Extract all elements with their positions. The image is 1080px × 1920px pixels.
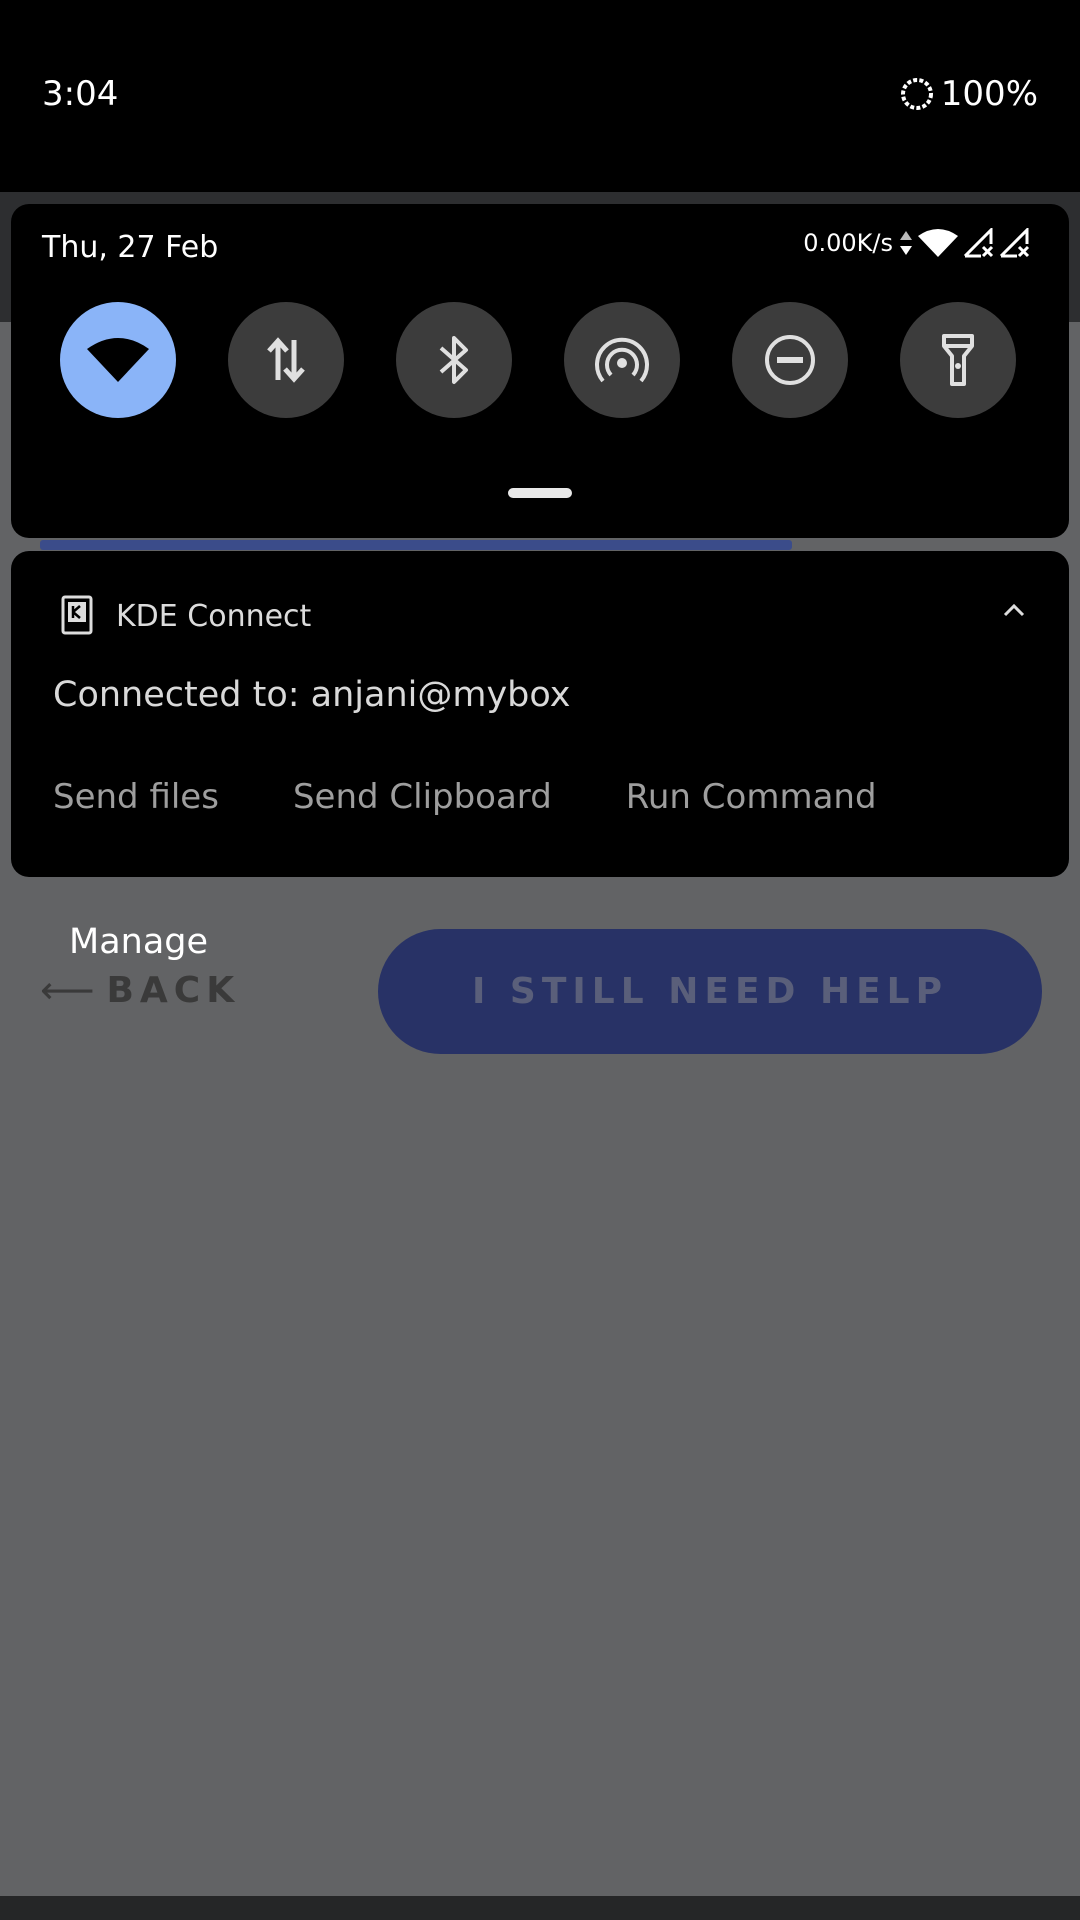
- battery-percentage: 100%: [940, 74, 1038, 114]
- hotspot-icon: [595, 337, 649, 383]
- battery-saver-ring-icon: [900, 78, 933, 110]
- back-label: BACK: [106, 969, 241, 1011]
- send-files-button[interactable]: Send files: [53, 777, 219, 817]
- progress-bar: [40, 540, 792, 550]
- tile-hotspot[interactable]: [564, 302, 680, 418]
- qs-date: Thu, 27 Feb: [42, 230, 219, 265]
- tile-mobile-data[interactable]: [228, 302, 344, 418]
- arrow-left-icon: ⟵: [40, 968, 95, 1012]
- qs-status-icons: 0.00K/s: [803, 228, 1031, 258]
- signal-no-sim-icon: [999, 228, 1030, 258]
- kde-connect-notification[interactable]: KDE Connect Connected to: anjani@mybox S…: [11, 551, 1069, 877]
- tile-bluetooth[interactable]: [396, 302, 512, 418]
- kde-connect-icon: [61, 595, 93, 635]
- net-speed: 0.00K/s: [803, 229, 893, 257]
- tile-flashlight[interactable]: [900, 302, 1016, 418]
- navigation-bar: [0, 1896, 1080, 1920]
- status-bar: 3:04 100%: [0, 0, 1080, 192]
- quick-settings-tiles: [60, 302, 1016, 418]
- signal-no-sim-icon: [963, 228, 994, 258]
- still-need-help-button[interactable]: I STILL NEED HELP: [378, 929, 1042, 1054]
- tile-wifi[interactable]: [60, 302, 176, 418]
- notification-app-name: KDE Connect: [116, 599, 312, 634]
- run-command-button[interactable]: Run Command: [626, 777, 877, 817]
- notification-actions: Send files Send Clipboard Run Command: [53, 777, 951, 817]
- send-clipboard-button[interactable]: Send Clipboard: [293, 777, 552, 817]
- do-not-disturb-icon: [765, 335, 815, 385]
- quick-settings-panel: Thu, 27 Feb 0.00K/s: [11, 204, 1069, 538]
- chevron-up-icon[interactable]: [1003, 603, 1025, 617]
- flashlight-icon: [942, 334, 974, 386]
- status-time: 3:04: [42, 74, 119, 114]
- help-button-label: I STILL NEED HELP: [472, 971, 948, 1012]
- status-right: 100%: [899, 74, 1038, 114]
- data-arrows-icon: [267, 337, 305, 383]
- data-arrows-icon: [900, 231, 912, 255]
- tile-do-not-disturb[interactable]: [732, 302, 848, 418]
- quick-settings-drag-handle[interactable]: [508, 488, 572, 498]
- wifi-icon: [918, 229, 958, 257]
- wifi-icon: [87, 338, 149, 382]
- back-button[interactable]: ⟵ BACK: [40, 968, 240, 1012]
- manage-label[interactable]: Manage: [69, 922, 208, 962]
- notification-text: Connected to: anjani@mybox: [53, 675, 571, 715]
- bluetooth-icon: [439, 336, 468, 384]
